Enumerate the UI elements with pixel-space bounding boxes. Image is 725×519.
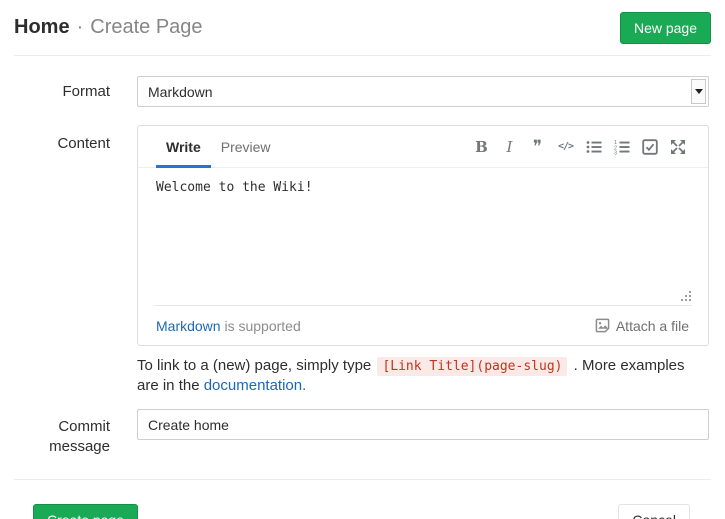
task-list-icon[interactable]: [638, 135, 661, 158]
page-header: Home · Create Page New page: [14, 0, 711, 56]
attach-file-label: Attach a file: [616, 318, 689, 334]
tab-preview[interactable]: Preview: [211, 126, 281, 167]
editor-body: Welcome to the Wiki!: [138, 168, 708, 305]
help-text-before: To link to a (new) page, simply type: [137, 357, 371, 374]
resize-grip-icon[interactable]: [681, 291, 692, 302]
markdown-editor: Write Preview B I ❞ </> 1 2: [137, 125, 709, 346]
new-page-button[interactable]: New page: [620, 12, 711, 44]
editor-toolbar: B I ❞ </> 1 2 3: [470, 126, 689, 167]
italic-icon[interactable]: I: [498, 135, 521, 158]
image-attachment-icon: [595, 318, 610, 333]
quote-icon[interactable]: ❞: [526, 135, 549, 158]
attach-file-button[interactable]: Attach a file: [595, 318, 689, 334]
format-select[interactable]: Markdown: [137, 76, 709, 107]
tab-write[interactable]: Write: [156, 126, 211, 167]
help-row: To link to a (new) page, simply type [Li…: [14, 356, 709, 395]
supported-text: is supported: [221, 318, 301, 334]
chevron-down-icon: [695, 89, 703, 94]
code-icon[interactable]: </>: [554, 135, 577, 158]
help-label-spacer: [14, 356, 110, 395]
wiki-link-help-text: To link to a (new) page, simply type [Li…: [137, 356, 709, 395]
form-actions: Create page Cancel: [0, 480, 725, 519]
commit-message-input[interactable]: [137, 409, 709, 440]
select-arrow-strip[interactable]: [691, 79, 706, 104]
link-syntax-code: [Link Title](page-slug): [377, 357, 567, 376]
commit-message-row: Commit message: [14, 409, 709, 457]
bulleted-list-icon[interactable]: [582, 135, 605, 158]
documentation-link[interactable]: documentation.: [204, 377, 307, 394]
create-page-button[interactable]: Create page: [33, 504, 138, 519]
commit-message-label: Commit message: [14, 409, 110, 457]
numbered-list-icon[interactable]: 1 2 3: [610, 135, 633, 158]
page-title-create-page: Create Page: [90, 16, 202, 39]
page-title-home: Home: [14, 16, 70, 39]
format-select-value: Markdown: [148, 84, 213, 100]
format-row: Format Markdown: [14, 76, 709, 107]
editor-tab-bar: Write Preview B I ❞ </> 1 2: [138, 126, 708, 168]
cancel-button[interactable]: Cancel: [618, 504, 690, 519]
editor-footer: Markdown is supported Attach a file: [138, 306, 708, 345]
breadcrumb: Home · Create Page: [14, 16, 203, 39]
format-label: Format: [14, 76, 110, 107]
content-row: Content Write Preview B I ❞ </>: [14, 125, 709, 346]
fullscreen-icon[interactable]: [666, 135, 689, 158]
title-separator: ·: [77, 16, 84, 39]
markdown-help-link[interactable]: Markdown: [156, 318, 221, 334]
svg-text:3: 3: [614, 150, 617, 154]
content-textarea[interactable]: Welcome to the Wiki!: [138, 168, 708, 305]
content-label: Content: [14, 125, 110, 346]
bold-icon[interactable]: B: [470, 135, 493, 158]
markdown-supported-note: Markdown is supported: [156, 318, 301, 334]
